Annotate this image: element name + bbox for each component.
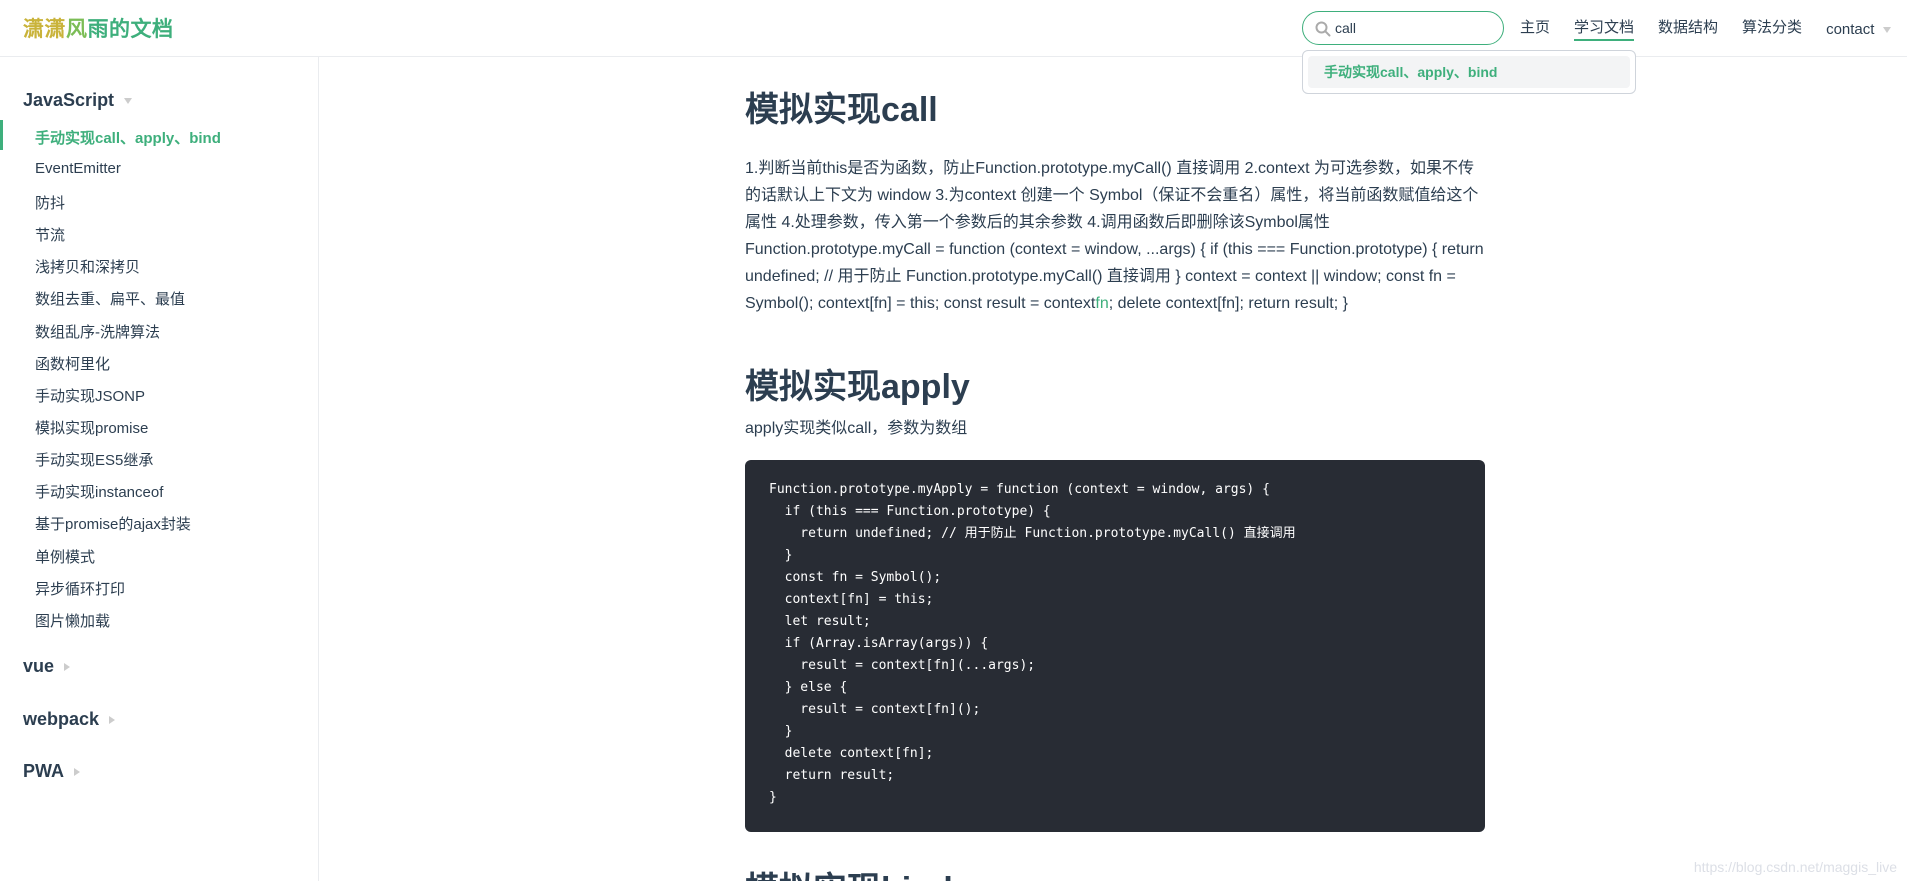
search-suggestion-item[interactable]: 手动实现call、apply、bind [1308,56,1630,88]
sidebar-item[interactable]: 数组去重、扁平、最值 [35,288,185,309]
site-title-char: 档 [152,18,174,41]
code-block: Function.prototype.myApply = function (c… [745,460,1485,832]
chevron-right-icon [109,715,116,724]
nav-home[interactable]: 主页 [1520,18,1550,41]
site-title-char: 文 [130,18,152,41]
apply-description: apply实现类似call，参数为数组 [745,420,968,437]
site-title-char: 潇 [44,18,66,41]
sidebar-item[interactable]: 手动实现instanceof [35,481,163,502]
heading-bind: 模拟实现bind [745,862,953,881]
sidebar-group-label: JavaScript [23,90,115,110]
call-text-link: fn [1095,295,1109,312]
navbar: 潇潇风雨的文档 主页 学习文档 数据结构 算法分类 contact [0,0,1907,57]
sidebar-item[interactable]: 异步循环打印 [35,578,125,599]
sidebar-item[interactable]: EventEmitter [35,160,121,177]
heading-call: 模拟实现call [745,91,938,129]
site-title-char: 雨 [87,18,109,41]
sidebar-item[interactable]: 基于promise的ajax封装 [35,513,191,534]
call-paragraph: 1.判断当前this是否为函数，防止Function.prototype.myC… [745,155,1485,317]
sidebar-item[interactable]: 手动实现JSONP [35,385,145,406]
sidebar-group-pwa[interactable]: PWA [23,761,81,782]
sidebar-item[interactable]: 浅拷贝和深拷贝 [35,256,140,277]
search-box[interactable] [1302,11,1504,45]
sidebar-group-label: vue [23,656,55,676]
sidebar-item[interactable]: 函数柯里化 [35,353,110,374]
site-title-char: 风 [66,18,88,41]
call-text-1: 1.判断当前this是否为函数，防止Function.prototype.myC… [745,160,1484,312]
sidebar-item[interactable]: 防抖 [35,192,65,213]
chevron-down-icon [124,97,133,104]
sidebar-group-javascript[interactable]: JavaScript [23,90,133,111]
code-text: Function.prototype.myApply = function (c… [769,482,1296,805]
nav-data-structures[interactable]: 数据结构 [1658,18,1718,41]
nav-contact[interactable]: contact [1826,18,1892,41]
sidebar-item[interactable]: 单例模式 [35,546,95,567]
sidebar-item[interactable]: 手动实现ES5继承 [35,449,153,470]
chevron-right-icon [64,662,71,671]
site-title-char: 潇 [23,18,45,41]
site-title[interactable]: 潇潇风雨的文档 [23,13,174,43]
search-suggestions: 手动实现call、apply、bind [1302,50,1636,94]
sidebar: JavaScript 手动实现call、apply、bind EventEmit… [0,57,319,881]
search-input[interactable] [1335,17,1495,39]
site-title-char: 的 [109,18,131,41]
nav-links: 主页 学习文档 数据结构 算法分类 contact [1520,18,1907,41]
nav-docs[interactable]: 学习文档 [1574,18,1635,41]
search-icon [1315,21,1331,37]
nav-algorithms[interactable]: 算法分类 [1742,18,1802,41]
heading-apply: 模拟实现apply [745,368,970,406]
sidebar-item[interactable]: 图片懒加载 [35,610,110,631]
sidebar-group-vue[interactable]: vue [23,656,71,677]
sidebar-group-label: PWA [23,761,65,781]
sidebar-item[interactable]: 模拟实现promise [35,417,148,438]
chevron-down-icon [1883,26,1892,33]
sidebar-group-webpack[interactable]: webpack [23,709,116,730]
sidebar-group-label: webpack [23,709,100,729]
sidebar-item[interactable]: 手动实现call、apply、bind [35,127,221,148]
call-text-2: ; delete context[fn]; return result; } [1108,295,1348,312]
nav-contact-label: contact [1826,20,1875,38]
sidebar-item[interactable]: 数组乱序-洗牌算法 [35,321,160,342]
watermark: https://blog.csdn.net/maggis_live [1693,859,1897,875]
chevron-right-icon [74,767,81,776]
sidebar-item[interactable]: 节流 [35,224,65,245]
active-indicator [0,120,3,150]
